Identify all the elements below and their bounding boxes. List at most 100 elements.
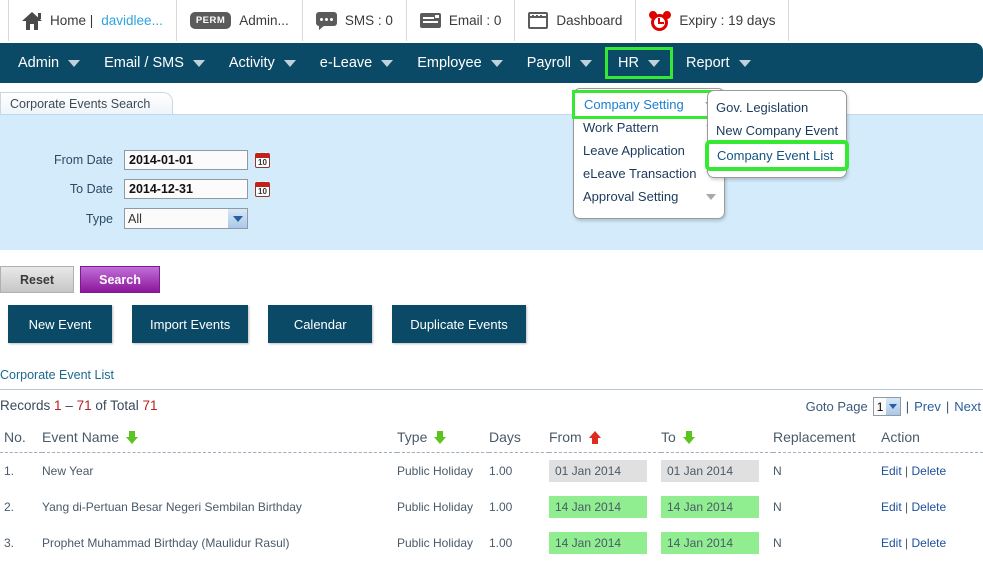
column-header-replacement[interactable]: Replacement [773,425,881,453]
nav-item-employee[interactable]: Employee [405,48,514,78]
cell-type: Public Holiday [397,464,474,478]
topbar-item-home[interactable]: Home | davidlee... [8,0,177,41]
prev-page-link[interactable]: Prev [914,399,941,414]
chevron-right-icon [706,193,716,200]
pager-separator: | [905,399,910,414]
main-navigation: Admin Email / SMS Activity e-Leave Emplo… [0,43,983,83]
topbar-item-expiry[interactable]: Expiry : 19 days [636,0,790,41]
nav-item-email-sms[interactable]: Email / SMS [92,48,217,78]
nav-item-hr[interactable]: HR [605,47,673,79]
action-separator: | [905,464,909,478]
nav-item-admin[interactable]: Admin [6,48,92,78]
cell-action: Edit | Delete [881,489,983,525]
column-header-no[interactable]: No. [0,425,42,453]
duplicate-events-button[interactable]: Duplicate Events [392,305,526,343]
cell-replacement: N [773,464,782,478]
calendar-icon[interactable]: 10 [255,151,270,168]
menu-item-work-pattern[interactable]: Work Pattern [574,116,724,139]
menu-item-company-setting[interactable]: Company Setting [572,90,726,119]
column-header-event-name[interactable]: Event Name [42,425,397,453]
cell-type: Public Holiday [397,500,474,514]
date-badge: 01 Jan 2014 [549,460,647,482]
page-root: Home | davidlee... PERM Admin... SMS : 0… [0,0,983,562]
search-button[interactable]: Search [80,266,160,293]
import-events-button[interactable]: Import Events [132,305,249,343]
nav-item-eleave[interactable]: e-Leave [308,48,405,78]
goto-page-label: Goto Page [805,399,868,414]
tab-corporate-events-search[interactable]: Corporate Events Search [0,92,174,115]
list-title: Corporate Event List [0,368,114,382]
cell-to: 14 Jan 2014 [661,525,773,561]
admin-label: Admin... [239,13,289,28]
nav-item-report[interactable]: Report [674,48,763,78]
new-event-button[interactable]: New Event [8,305,112,343]
menu-item-eleave-transaction[interactable]: eLeave Transaction [574,162,724,185]
nav-label: Employee [417,55,482,71]
column-header-from[interactable]: From [549,425,661,453]
topbar-item-sms[interactable]: SMS : 0 [303,0,407,41]
table-row: 1. New Year Public Holiday 1.00 01 Jan 2… [0,453,983,490]
chevron-down-icon [283,59,296,67]
nav-label: Activity [228,55,275,71]
table-row: 3. Prophet Muhammad Birthday (Maulidur R… [0,525,983,561]
sort-descending-icon[interactable] [434,431,447,444]
chevron-down-icon [738,59,751,67]
calendar-button[interactable]: Calendar [268,305,373,343]
column-header-to[interactable]: To [661,425,773,453]
calendar-icon[interactable]: 10 [255,180,270,197]
chevron-down-icon [192,59,205,67]
topbar-item-admin[interactable]: PERM Admin... [177,0,303,41]
cell-event-name: Prophet Muhammad Birthday (Maulidur Rasu… [42,536,290,550]
date-badge: 14 Jan 2014 [661,496,759,518]
nav-label: Admin [18,55,60,71]
menu-item-leave-application[interactable]: Leave Application [574,139,724,162]
records-of: of Total [95,398,139,413]
page-select[interactable]: 1 [872,397,901,416]
delete-link[interactable]: Delete [912,536,947,550]
cell-replacement: N [773,500,782,514]
column-header-type[interactable]: Type [397,425,489,453]
to-date-label: To Date [69,182,113,196]
records-total: 71 [142,398,158,413]
to-date-input[interactable] [124,179,248,199]
event-actions: New Event Import Events Calendar Duplica… [8,305,526,343]
type-select[interactable]: All [124,208,248,229]
topbar-item-email[interactable]: Email : 0 [407,0,516,41]
nav-item-activity[interactable]: Activity [217,48,308,78]
cell-from: 14 Jan 2014 [549,525,661,561]
column-header-days[interactable]: Days [489,425,549,453]
next-page-link[interactable]: Next [954,399,981,414]
delete-link[interactable]: Delete [912,500,947,514]
edit-link[interactable]: Edit [881,464,902,478]
email-icon [419,13,441,28]
reset-button[interactable]: Reset [0,266,74,293]
action-separator: | [905,500,909,514]
from-date-label: From Date [53,153,113,167]
edit-link[interactable]: Edit [881,536,902,550]
edit-link[interactable]: Edit [881,500,902,514]
table-header: No. Event Name Type Days From To Replace… [0,425,983,453]
chevron-down-icon [490,59,503,67]
from-date-input[interactable] [124,150,248,170]
cell-to: 14 Jan 2014 [661,489,773,525]
submenu-item-gov-legislation[interactable]: Gov. Legislation [708,96,846,119]
submenu-item-company-event-list[interactable]: Company Event List [705,140,849,171]
menu-label: Leave Application [583,143,685,158]
sort-descending-icon[interactable] [125,431,138,444]
cell-replacement: N [773,536,782,550]
table-row: 2. Yang di-Pertuan Besar Negeri Sembilan… [0,489,983,525]
cell-to: 01 Jan 2014 [661,453,773,490]
chevron-down-icon [647,59,660,67]
nav-label: Payroll [526,55,572,71]
sort-ascending-icon[interactable] [588,431,601,444]
delete-link[interactable]: Delete [912,464,947,478]
pager-separator: | [945,399,950,414]
nav-item-payroll[interactable]: Payroll [515,48,604,78]
user-link[interactable]: davidlee... [101,13,163,28]
column-label: Action [881,429,920,445]
topbar-item-dashboard[interactable]: Dashboard [515,0,637,41]
menu-item-approval-setting[interactable]: Approval Setting [574,185,724,208]
submenu-item-new-company-event[interactable]: New Company Event [708,119,846,142]
records-from: 1 [54,398,62,413]
sort-descending-icon[interactable] [682,431,695,444]
